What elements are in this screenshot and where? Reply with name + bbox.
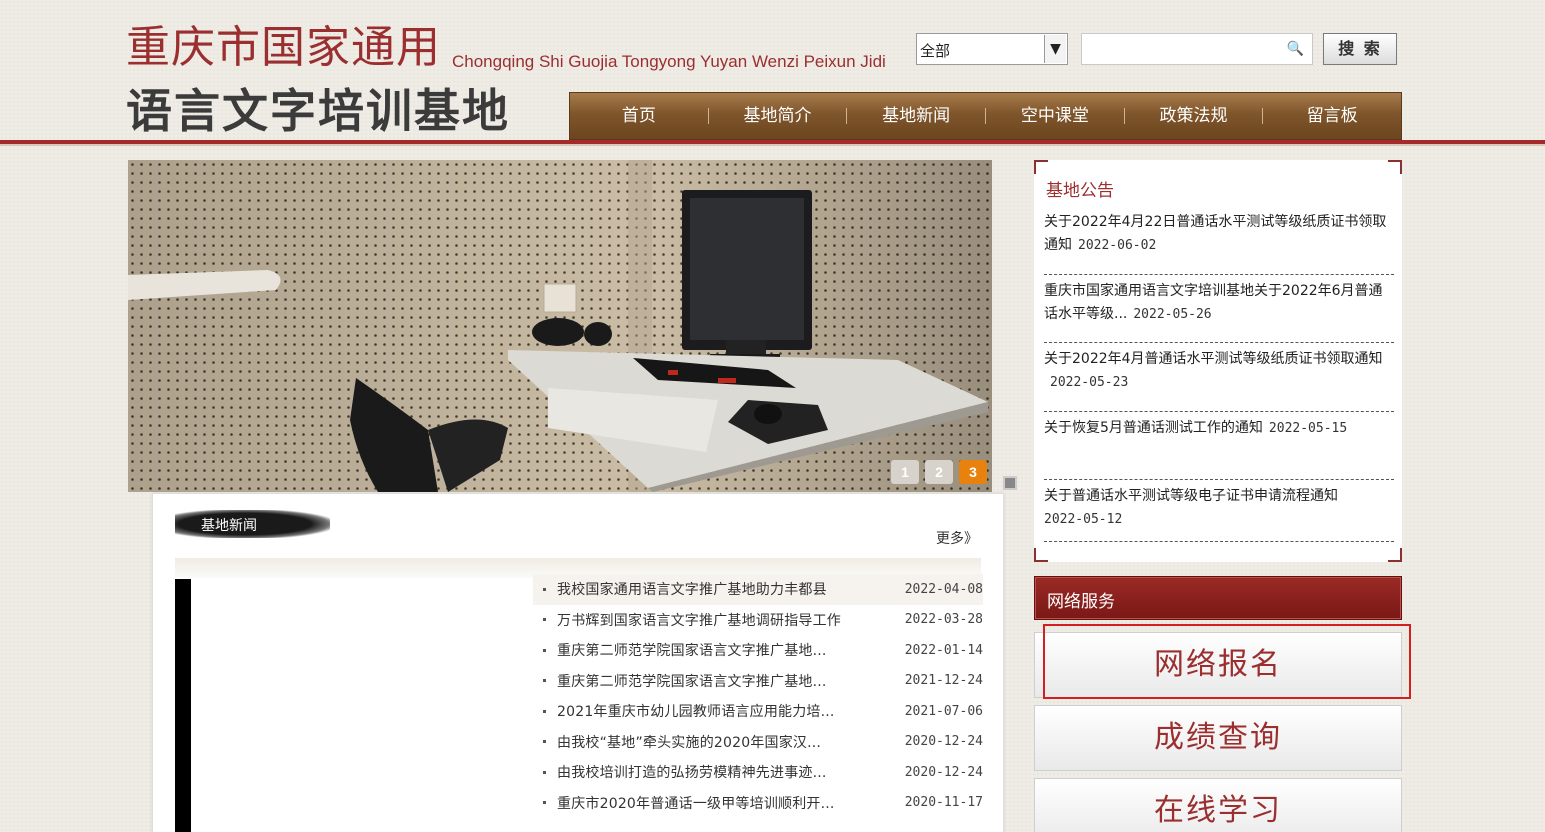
site-header: 重庆市国家通用 Chongqing Shi Guojia Tongyong Yu… bbox=[0, 0, 1545, 150]
bullet-icon bbox=[543, 801, 546, 805]
slideshow-image[interactable] bbox=[128, 160, 992, 492]
news-section-title: 基地新闻 bbox=[201, 518, 257, 534]
slideshow-pagination: 1 2 3 bbox=[891, 460, 987, 484]
computer-desk-photo bbox=[128, 160, 992, 492]
search-input[interactable]: 🔍 bbox=[1081, 33, 1313, 65]
corner-bracket-icon bbox=[1034, 160, 1048, 174]
logo-title-line2: 语言文字培训基地 bbox=[126, 84, 510, 138]
nav-item-about[interactable]: 基地简介 bbox=[709, 92, 847, 140]
announcement-title[interactable]: 关于恢复5月普通话测试工作的通知 bbox=[1044, 420, 1263, 436]
announcement-date: 2022-06-02 bbox=[1078, 238, 1157, 253]
news-item[interactable]: 由我校培训打造的弘扬劳模精神先进事迹... 2020-12-24 bbox=[533, 757, 983, 788]
network-services-title: 网络服务 bbox=[1047, 592, 1115, 612]
announcement-date: 2022-05-23 bbox=[1050, 375, 1129, 390]
search-button[interactable]: 搜 索 bbox=[1323, 33, 1397, 65]
news-item-title[interactable]: 重庆第二师范学院国家语言文字推广基地... bbox=[557, 671, 887, 691]
search-scope-select[interactable]: 全部 ▼ bbox=[916, 33, 1068, 65]
news-more-link[interactable]: 更多》 bbox=[936, 528, 978, 548]
announcement-title[interactable]: 重庆市国家通用语言文字培训基地关于2022年6月普通话水平等级... bbox=[1044, 283, 1383, 322]
slide-page-1[interactable]: 1 bbox=[891, 460, 919, 484]
announcement-item[interactable]: 关于恢复5月普通话测试工作的通知 2022-05-15 bbox=[1044, 412, 1394, 480]
corner-bracket-icon bbox=[1388, 548, 1402, 562]
news-item[interactable]: 2021年重庆市幼儿园教师语言应用能力培... 2021-07-06 bbox=[533, 696, 983, 727]
news-item-title[interactable]: 由我校“基地”牵头实施的2020年国家汉... bbox=[557, 732, 887, 752]
news-item-title[interactable]: 2021年重庆市幼儿园教师语言应用能力培... bbox=[557, 701, 887, 721]
main-nav: 首页 基地简介 基地新闻 空中课堂 政策法规 留言板 bbox=[569, 92, 1402, 140]
news-panel: 基地新闻 更多》 我校国家通用语言文字推广基地助力丰都县 2022-04-08 万… bbox=[152, 493, 1004, 832]
score-query-button[interactable]: 成绩查询 bbox=[1034, 705, 1402, 771]
slide-page-2[interactable]: 2 bbox=[925, 460, 953, 484]
news-item-date: 2022-03-28 bbox=[904, 612, 983, 628]
bullet-icon bbox=[543, 679, 546, 683]
announcements-list: 关于2022年4月22日普通话水平测试等级纸质证书领取通知 2022-06-02 … bbox=[1044, 206, 1394, 549]
news-item-date: 2021-07-06 bbox=[904, 703, 983, 719]
announcement-date: 2022-05-15 bbox=[1268, 420, 1348, 436]
announcements-divider bbox=[1044, 541, 1394, 542]
announcement-title[interactable]: 关于普通话水平测试等级电子证书申请流程通知 bbox=[1044, 488, 1338, 504]
bullet-icon bbox=[543, 770, 546, 774]
bullet-icon bbox=[543, 587, 546, 591]
announcement-date: 2022-05-26 bbox=[1133, 306, 1212, 322]
network-services-header: 网络服务 bbox=[1034, 576, 1402, 620]
nav-item-online-class[interactable]: 空中课堂 bbox=[986, 92, 1124, 140]
announcements-panel: 基地公告 关于2022年4月22日普通话水平测试等级纸质证书领取通知 2022-0… bbox=[1034, 160, 1402, 562]
news-item-date: 2021-12-24 bbox=[904, 673, 983, 689]
online-learning-button[interactable]: 在线学习 bbox=[1034, 778, 1402, 832]
announcement-item[interactable]: 重庆市国家通用语言文字培训基地关于2022年6月普通话水平等级... 2022-0… bbox=[1044, 275, 1394, 343]
news-featured-image[interactable] bbox=[175, 579, 531, 832]
news-item-title[interactable]: 由我校培训打造的弘扬劳模精神先进事迹... bbox=[557, 762, 887, 782]
search-icon: 🔍 bbox=[1286, 41, 1304, 57]
search-scope-value: 全部 bbox=[920, 42, 951, 60]
announcement-item[interactable]: 关于2022年4月普通话水平测试等级纸质证书领取通知 2022-05-23 bbox=[1044, 343, 1394, 412]
news-item[interactable]: 由我校“基地”牵头实施的2020年国家汉... 2020-12-24 bbox=[533, 727, 983, 758]
news-item[interactable]: 重庆第二师范学院国家语言文字推广基地... 2022-01-14 bbox=[533, 635, 983, 666]
news-item-date: 2020-12-24 bbox=[904, 734, 983, 750]
announcement-item[interactable]: 关于普通话水平测试等级电子证书申请流程通知 2022-05-12 bbox=[1044, 480, 1394, 549]
announcement-date: 2022-05-12 bbox=[1044, 512, 1123, 527]
nav-item-home[interactable]: 首页 bbox=[570, 92, 708, 140]
bullet-icon bbox=[543, 618, 546, 622]
nav-item-policy[interactable]: 政策法规 bbox=[1125, 92, 1263, 140]
news-item[interactable]: 重庆市2020年普通话一级甲等培训顺利开... 2020-11-17 bbox=[533, 788, 983, 819]
news-item-date: 2022-04-08 bbox=[904, 581, 983, 597]
logo-title-line1: 重庆市国家通用 bbox=[126, 22, 441, 73]
news-item-title[interactable]: 重庆第二师范学院国家语言文字推广基地... bbox=[557, 640, 887, 660]
announcements-title: 基地公告 bbox=[1046, 181, 1114, 201]
logo-pinyin: Chongqing Shi Guojia Tongyong Yuyan Wenz… bbox=[452, 52, 886, 71]
site-logo[interactable]: 重庆市国家通用 bbox=[126, 22, 441, 74]
announcement-title[interactable]: 关于2022年4月普通话水平测试等级纸质证书领取通知 bbox=[1044, 351, 1383, 367]
news-item[interactable]: 我校国家通用语言文字推广基地助力丰都县 2022-04-08 bbox=[533, 574, 983, 605]
header-divider bbox=[0, 140, 1545, 146]
corner-bracket-icon bbox=[1034, 548, 1048, 562]
news-item[interactable]: 万书辉到国家语言文字推广基地调研指导工作 2022-03-28 bbox=[533, 605, 983, 636]
bullet-icon bbox=[543, 648, 546, 652]
news-item-title[interactable]: 万书辉到国家语言文字推广基地调研指导工作 bbox=[557, 610, 887, 630]
slideshow-pause-icon[interactable] bbox=[1003, 476, 1017, 490]
news-item-date: 2020-12-24 bbox=[904, 764, 983, 780]
bullet-icon bbox=[543, 740, 546, 744]
chevron-down-icon[interactable]: ▼ bbox=[1044, 35, 1066, 63]
slide-page-3[interactable]: 3 bbox=[959, 460, 987, 484]
online-registration-button[interactable]: 网络报名 bbox=[1034, 632, 1402, 698]
bullet-icon bbox=[543, 709, 546, 713]
announcement-item[interactable]: 关于2022年4月22日普通话水平测试等级纸质证书领取通知 2022-06-02 bbox=[1044, 206, 1394, 275]
nav-item-news[interactable]: 基地新闻 bbox=[847, 92, 985, 140]
news-item-date: 2020-11-17 bbox=[904, 795, 983, 811]
nav-item-message-board[interactable]: 留言板 bbox=[1263, 92, 1401, 140]
corner-bracket-icon bbox=[1388, 160, 1402, 174]
news-item-date: 2022-01-14 bbox=[904, 642, 983, 658]
news-item-title[interactable]: 重庆市2020年普通话一级甲等培训顺利开... bbox=[557, 793, 887, 813]
news-item-title[interactable]: 我校国家通用语言文字推广基地助力丰都县 bbox=[557, 579, 887, 599]
news-list: 我校国家通用语言文字推广基地助力丰都县 2022-04-08 万书辉到国家语言文字… bbox=[533, 574, 983, 818]
news-item[interactable]: 重庆第二师范学院国家语言文字推广基地... 2021-12-24 bbox=[533, 666, 983, 697]
